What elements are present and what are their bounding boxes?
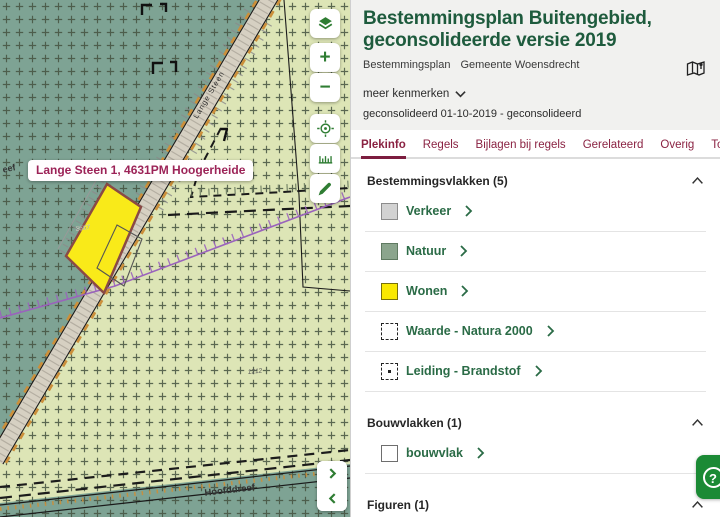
legend-swatch bbox=[381, 283, 398, 300]
pencil-icon bbox=[316, 180, 334, 198]
legend-item-label: Wonen bbox=[406, 284, 447, 298]
legend-swatch bbox=[381, 203, 398, 220]
tab-gerelateerd[interactable]: Gerelateerd bbox=[583, 139, 644, 159]
chevron-up-icon bbox=[691, 500, 704, 509]
ruler-icon bbox=[316, 149, 335, 168]
next-button[interactable] bbox=[317, 461, 347, 486]
section-header[interactable]: Bouwvlakken (1) bbox=[367, 416, 704, 430]
legend-item-wonen[interactable]: Wonen bbox=[365, 272, 706, 312]
prev-button[interactable] bbox=[317, 486, 347, 511]
legend-item-leiding-brandstof[interactable]: Leiding - Brandstof bbox=[365, 352, 706, 392]
tab-plekinfo[interactable]: Plekinfo bbox=[361, 139, 406, 159]
chevron-right-icon bbox=[464, 205, 473, 217]
plan-type-label: Bestemmingsplan bbox=[363, 59, 450, 71]
chevron-right-icon bbox=[476, 447, 485, 459]
tab-toelichting[interactable]: Toelichting bbox=[711, 139, 720, 159]
tab-overig[interactable]: Overig bbox=[660, 139, 694, 159]
legend-item-natuur[interactable]: Natuur bbox=[365, 232, 706, 272]
chevron-right-icon bbox=[460, 285, 469, 297]
page-title: Bestemmingsplan Buitengebied, geconsolid… bbox=[363, 8, 706, 53]
legend-section: Bouwvlakken (1) bouwvlak bbox=[365, 416, 706, 474]
legend-item-label: Natuur bbox=[406, 244, 446, 258]
crosshair-icon bbox=[316, 119, 335, 138]
section-title: Bouwvlakken (1) bbox=[367, 416, 462, 430]
map-with-pin-icon bbox=[686, 59, 706, 77]
plan-viewer: Lange Steen Hoofddreef bbox=[0, 0, 720, 517]
draw-button[interactable] bbox=[310, 174, 340, 203]
legend-item-label: bouwvlak bbox=[406, 446, 463, 460]
locate-button[interactable] bbox=[310, 114, 340, 143]
legend-section: Bestemmingsvlakken (5) Verkeer Natuur Wonen… bbox=[365, 174, 706, 392]
chevron-up-icon bbox=[691, 176, 704, 185]
legend-sections: Bestemmingsvlakken (5) Verkeer Natuur Wonen… bbox=[351, 174, 720, 512]
section-header[interactable]: Bestemmingsvlakken (5) bbox=[367, 174, 704, 188]
legend-swatch bbox=[381, 445, 398, 462]
status-line: geconsolideerd 01-10-2019 - geconsolidee… bbox=[363, 108, 706, 120]
chevron-up-icon bbox=[691, 418, 704, 427]
chevron-right-icon bbox=[459, 245, 468, 257]
address-tooltip: Lange Steen 1, 4631PM Hoogerheide bbox=[28, 160, 253, 181]
more-attributes-toggle[interactable]: meer kenmerken bbox=[363, 88, 466, 100]
section-header[interactable]: Figuren (1) bbox=[367, 498, 704, 512]
tab-regels[interactable]: Regels bbox=[423, 139, 459, 159]
measure-button[interactable] bbox=[310, 144, 340, 173]
layers-button[interactable] bbox=[310, 9, 340, 38]
map-area: Lange Steen Hoofddreef bbox=[0, 0, 350, 517]
chevron-right-icon bbox=[327, 468, 338, 479]
help-button[interactable]: ? bbox=[696, 455, 720, 499]
info-panel: Bestemmingsplan Buitengebied, geconsolid… bbox=[350, 0, 720, 517]
legend-item-label: Waarde - Natura 2000 bbox=[406, 324, 533, 338]
zoning-hatch bbox=[0, 0, 350, 517]
authority-label: Gemeente Woensdrecht bbox=[460, 59, 579, 71]
layers-icon bbox=[316, 14, 335, 33]
zoning-map[interactable]: Lange Steen Hoofddreef bbox=[0, 0, 350, 517]
map-view-button[interactable] bbox=[686, 59, 706, 80]
legend-swatch bbox=[381, 243, 398, 260]
section-title: Figuren (1) bbox=[367, 498, 429, 512]
zoom-in-button[interactable]: + bbox=[310, 43, 340, 72]
chevron-right-icon bbox=[546, 325, 555, 337]
map-pager bbox=[317, 461, 347, 511]
legend-item-label: Verkeer bbox=[406, 204, 451, 218]
chevron-left-icon bbox=[327, 493, 338, 504]
minus-icon: − bbox=[319, 78, 330, 97]
legend-item-verkeer[interactable]: Verkeer bbox=[365, 192, 706, 232]
plan-header: Bestemmingsplan Buitengebied, geconsolid… bbox=[351, 0, 720, 130]
tab-bar: Plekinfo Regels Bijlagen bij regels Gerelat… bbox=[351, 130, 720, 159]
question-mark-icon: ? bbox=[703, 467, 720, 488]
plus-icon: + bbox=[319, 48, 330, 67]
legend-item-bouwvlak[interactable]: bouwvlak bbox=[365, 434, 706, 474]
legend-swatch bbox=[381, 323, 398, 340]
more-attributes-label: meer kenmerken bbox=[363, 88, 449, 100]
tab-bijlagen-bij-regels[interactable]: Bijlagen bij regels bbox=[476, 139, 566, 159]
legend-swatch bbox=[381, 363, 398, 380]
legend-section: Figuren (1) bbox=[365, 498, 706, 512]
zoom-out-button[interactable]: − bbox=[310, 73, 340, 102]
legend-item-label: Leiding - Brandstof bbox=[406, 364, 521, 378]
chevron-right-icon bbox=[534, 365, 543, 377]
legend-item-waarde-natura-2000[interactable]: Waarde - Natura 2000 bbox=[365, 312, 706, 352]
chevron-down-icon bbox=[455, 90, 466, 98]
section-title: Bestemmingsvlakken (5) bbox=[367, 174, 508, 188]
